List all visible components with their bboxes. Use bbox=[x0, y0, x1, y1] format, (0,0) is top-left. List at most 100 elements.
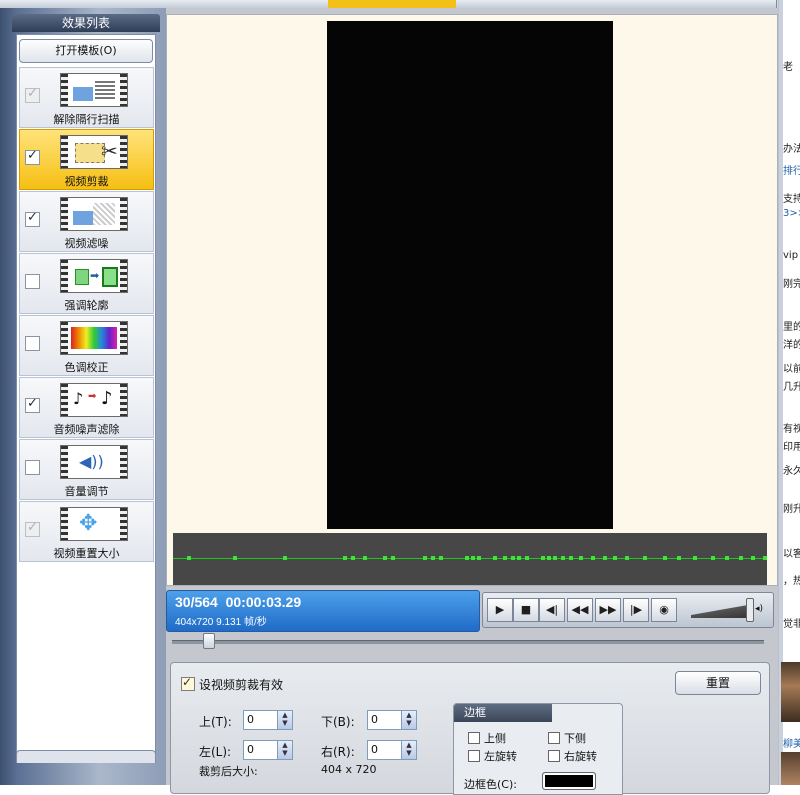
volume-small-icon: ◂) bbox=[755, 604, 764, 614]
waveform-peak bbox=[603, 556, 607, 560]
effect-checkbox[interactable] bbox=[25, 274, 40, 289]
top-tab[interactable] bbox=[0, 0, 141, 8]
webpage-text-fragment: 老 bbox=[783, 62, 793, 73]
waveform-peak bbox=[541, 556, 545, 560]
effect-label: 解除隔行扫描 bbox=[53, 113, 120, 126]
border-group-title: 边框 bbox=[454, 704, 552, 722]
webpage-text-fragment: 永久 bbox=[783, 466, 800, 477]
effect-item[interactable]: ✓ 视频滤噪 bbox=[19, 191, 154, 252]
border-bottom-label: 下侧 bbox=[564, 732, 586, 745]
video-preview bbox=[166, 14, 778, 586]
video-resize-icon: ✥ bbox=[60, 507, 128, 541]
crop-scissors-icon: ✂ bbox=[60, 135, 128, 169]
seek-bar[interactable] bbox=[172, 640, 764, 644]
border-bottom-checkbox[interactable] bbox=[548, 732, 560, 744]
waveform-peak bbox=[431, 556, 435, 560]
volume-adjust-icon: ◀)) bbox=[60, 445, 128, 479]
volume-slider[interactable]: ◂) bbox=[689, 598, 769, 622]
effect-item[interactable]: ➡ 强调轮廓 bbox=[19, 253, 154, 314]
waveform-peak bbox=[283, 556, 287, 560]
waveform-peak bbox=[493, 556, 497, 560]
webpage-text-fragment: 以客 bbox=[783, 549, 800, 560]
waveform-peak bbox=[343, 556, 347, 560]
border-group: 边框 上侧 下侧 左旋转 右旋转 边框色(C): bbox=[453, 703, 623, 795]
bottom-spinner[interactable]: 0 ▲ ▼ bbox=[367, 710, 417, 730]
effect-item[interactable]: ✓ ♪ ➡ ♪ 音频噪声滤除 bbox=[19, 377, 154, 438]
video-denoise-icon bbox=[60, 197, 128, 231]
right-value: 0 bbox=[371, 743, 378, 756]
spinner-arrows-icon[interactable]: ▲ ▼ bbox=[277, 741, 292, 759]
play-icon[interactable]: ▶ bbox=[487, 598, 513, 622]
spinner-arrows-icon[interactable]: ▲ ▼ bbox=[401, 711, 416, 729]
prev-frame-icon[interactable]: ◀| bbox=[539, 598, 565, 622]
waveform-peak bbox=[233, 556, 237, 560]
left-label: 左(L): bbox=[199, 745, 232, 759]
waveform-peak bbox=[625, 556, 629, 560]
next-frame-icon[interactable]: |▶ bbox=[623, 598, 649, 622]
seek-thumb[interactable] bbox=[203, 633, 216, 649]
effect-checkbox[interactable]: ✓ bbox=[25, 148, 40, 165]
waveform-peak bbox=[383, 556, 387, 560]
waveform-peak bbox=[763, 556, 767, 560]
effect-label: 视频剪裁 bbox=[64, 175, 109, 188]
stop-icon[interactable]: ■ bbox=[513, 598, 539, 622]
border-top-checkbox[interactable] bbox=[468, 732, 480, 744]
left-spinner[interactable]: 0 ▲ ▼ bbox=[243, 740, 293, 760]
rotate-left-checkbox[interactable] bbox=[468, 750, 480, 762]
webpage-text-fragment: 支持 bbox=[783, 194, 800, 205]
thumbnail-photo bbox=[781, 752, 800, 785]
waveform-peak bbox=[643, 556, 647, 560]
waveform-peak bbox=[391, 556, 395, 560]
left-value: 0 bbox=[247, 743, 254, 756]
volume-track bbox=[691, 602, 751, 618]
spinner-arrows-icon[interactable]: ▲ ▼ bbox=[277, 711, 292, 729]
waveform-peak bbox=[569, 556, 573, 560]
webpage-text-fragment: 觉非 bbox=[783, 619, 800, 630]
top-label: 上(T): bbox=[199, 715, 232, 729]
effect-checkbox[interactable] bbox=[25, 336, 40, 351]
playback-status: 30/564 00:00:03.29 404x720 9.131 帧/秒 bbox=[166, 590, 480, 632]
waveform-peak bbox=[423, 556, 427, 560]
effect-item[interactable]: 色调校正 bbox=[19, 315, 154, 376]
open-template-button[interactable]: 打开模板(O) bbox=[19, 39, 153, 63]
speaker-icon[interactable]: ◉ bbox=[651, 598, 677, 622]
effect-checkbox[interactable]: ✓ bbox=[25, 210, 40, 227]
effect-item[interactable]: ✓ 解除隔行扫描 bbox=[19, 67, 154, 128]
audio-waveform-timeline[interactable] bbox=[173, 533, 767, 585]
effects-panel-title: 效果列表 bbox=[12, 14, 160, 32]
effect-item[interactable]: ✓ ✥ 视频重置大小 bbox=[19, 501, 154, 562]
top-spinner[interactable]: 0 ▲ ▼ bbox=[243, 710, 293, 730]
webpage-text-fragment: vip bbox=[783, 250, 799, 261]
rewind-icon[interactable]: ◀◀ bbox=[567, 598, 593, 622]
right-spinner[interactable]: 0 ▲ ▼ bbox=[367, 740, 417, 760]
top-tab[interactable] bbox=[140, 0, 301, 8]
enable-crop-checkbox[interactable]: ✓ bbox=[181, 675, 195, 691]
rotate-left-label: 左旋转 bbox=[484, 750, 517, 763]
top-tab[interactable] bbox=[300, 0, 329, 8]
rotate-right-checkbox[interactable] bbox=[548, 750, 560, 762]
crop-size-label: 裁剪后大小: bbox=[199, 765, 258, 778]
effect-checkbox[interactable] bbox=[25, 460, 40, 475]
volume-thumb[interactable] bbox=[746, 598, 755, 622]
bottom-label: 下(B): bbox=[321, 715, 355, 729]
webpage-text-fragment: 里的 bbox=[783, 322, 800, 333]
transport-controls: ▶ ■ ◀| ◀◀ ▶▶ |▶ ◉ ◂) bbox=[482, 592, 774, 628]
webpage-text-fragment: 刚完 bbox=[783, 279, 800, 290]
spinner-arrows-icon[interactable]: ▲ ▼ bbox=[401, 741, 416, 759]
effect-label: 色调校正 bbox=[64, 361, 109, 374]
deinterlace-icon bbox=[60, 73, 128, 107]
top-tab[interactable] bbox=[456, 0, 637, 8]
fast-forward-icon[interactable]: ▶▶ bbox=[595, 598, 621, 622]
waveform-peak bbox=[553, 556, 557, 560]
waveform-peak bbox=[503, 556, 507, 560]
effect-checkbox[interactable]: ✓ bbox=[25, 396, 40, 413]
waveform-peak bbox=[561, 556, 565, 560]
waveform-peak bbox=[693, 556, 697, 560]
effect-item[interactable]: ✓ ✂ 视频剪裁 bbox=[19, 129, 154, 190]
border-color-swatch[interactable] bbox=[542, 772, 596, 790]
effect-item[interactable]: ◀)) 音量调节 bbox=[19, 439, 154, 500]
top-tab-active[interactable] bbox=[328, 0, 457, 8]
panel-bottom-tab[interactable] bbox=[16, 750, 156, 763]
top-tab[interactable] bbox=[636, 0, 777, 8]
reset-button[interactable]: 重置 bbox=[675, 671, 761, 695]
